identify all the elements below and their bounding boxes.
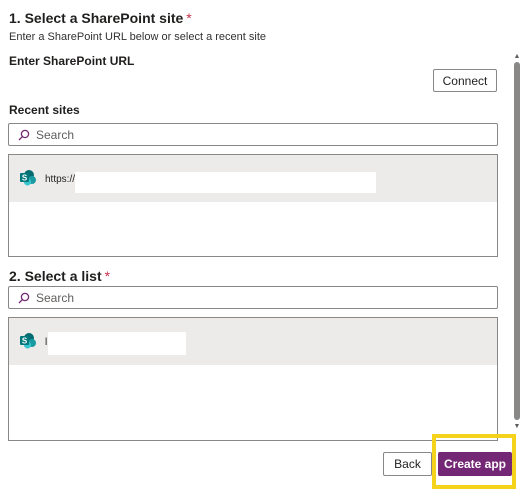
highlight-box	[432, 434, 516, 489]
section-1-title: 1. Select a SharePoint site *	[9, 10, 192, 26]
redacted-region	[48, 332, 186, 355]
svg-text:S: S	[22, 174, 28, 183]
url-label: Enter SharePoint URL	[9, 54, 135, 68]
sharepoint-icon: S	[20, 333, 36, 349]
list-item-name: l	[45, 337, 48, 348]
back-button[interactable]: Back	[383, 452, 432, 476]
scroll-up-icon[interactable]: ▲	[513, 53, 521, 60]
search-icon	[18, 129, 30, 140]
search-icon	[18, 292, 30, 303]
recent-sites-list: S https://r	[8, 154, 498, 257]
recent-site-item[interactable]: S https://r	[9, 155, 497, 202]
list-item[interactable]: S l	[9, 318, 497, 365]
list-search-placeholder: Search	[36, 290, 75, 305]
redacted-region	[75, 172, 376, 193]
lists-list: S l	[8, 317, 498, 441]
scroll-down-icon[interactable]: ▼	[513, 423, 521, 430]
svg-text:S: S	[22, 337, 28, 346]
sharepoint-icon: S	[20, 170, 36, 186]
recent-site-url: https://r	[45, 174, 79, 185]
connect-button[interactable]: Connect	[433, 69, 497, 92]
required-mark: *	[104, 268, 111, 284]
required-mark: *	[186, 10, 192, 26]
section-1-title-text: 1. Select a SharePoint site	[9, 10, 184, 26]
scrollbar-thumb[interactable]	[514, 62, 520, 420]
section-2-title: 2. Select a list *	[9, 268, 110, 284]
list-search-input[interactable]: Search	[8, 286, 498, 309]
section-1-hint: Enter a SharePoint URL below or select a…	[9, 31, 267, 43]
site-search-input[interactable]: Search	[8, 123, 498, 146]
section-2-title-text: 2. Select a list	[9, 268, 102, 284]
recent-sites-label: Recent sites	[9, 103, 80, 117]
site-search-placeholder: Search	[36, 127, 75, 142]
scrollbar[interactable]: ▲ ▼	[513, 53, 521, 430]
